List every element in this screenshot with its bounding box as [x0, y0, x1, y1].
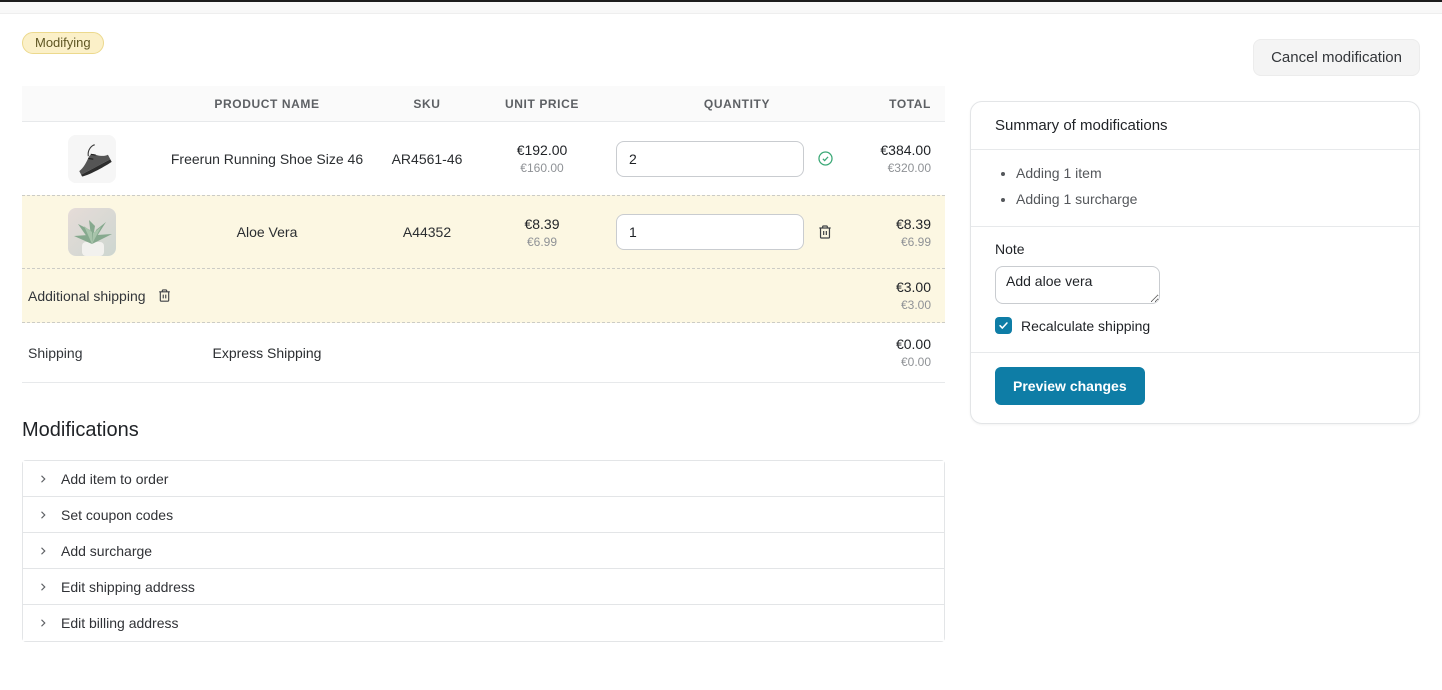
surcharge-row: Additional shipping €3.00 €3.00	[22, 268, 945, 323]
chevron-right-icon	[37, 545, 49, 557]
quantity-input[interactable]	[616, 214, 804, 250]
note-textarea[interactable]: Add aloe vera	[995, 266, 1160, 304]
summary-item: Adding 1 item	[1016, 160, 1395, 186]
header-quantity: QUANTITY	[602, 97, 872, 111]
summary-item: Adding 1 surcharge	[1016, 186, 1395, 212]
status-badge: Modifying	[22, 32, 104, 54]
quantity-cell	[602, 141, 872, 177]
header-unit-price: UNIT PRICE	[482, 97, 602, 111]
surcharge-total: €3.00	[872, 279, 931, 295]
table-row-added-item: Aloe Vera A44352 €8.39 €6.99 €8.39 €6.99	[22, 195, 945, 268]
summary-title: Summary of modifications	[971, 102, 1419, 150]
summary-list-section: Adding 1 item Adding 1 surcharge	[971, 150, 1419, 227]
accordion-label: Add surcharge	[61, 543, 152, 559]
remove-surcharge-trash-icon[interactable]	[157, 288, 172, 303]
top-strip	[0, 2, 1442, 14]
shipping-total: €0.00	[872, 336, 931, 352]
accordion-edit-shipping-address[interactable]: Edit shipping address	[23, 569, 944, 605]
total-price: €384.00	[872, 142, 931, 158]
order-items-table: PRODUCT NAME SKU UNIT PRICE QUANTITY TOT…	[22, 86, 945, 383]
note-label: Note	[995, 241, 1395, 257]
modifications-accordion: Add item to order Set coupon codes Add s…	[22, 460, 945, 642]
total-cell: €384.00 €320.00	[872, 142, 945, 175]
change-applied-check-icon	[817, 150, 834, 167]
accordion-set-coupon-codes[interactable]: Set coupon codes	[23, 497, 944, 533]
quantity-input[interactable]	[616, 141, 804, 177]
chevron-right-icon	[37, 473, 49, 485]
product-image-cell	[22, 135, 162, 183]
product-sku: AR4561-46	[372, 151, 482, 167]
summary-list: Adding 1 item Adding 1 surcharge	[995, 160, 1395, 212]
accordion-label: Edit shipping address	[61, 579, 195, 595]
unit-price: €192.00	[482, 142, 602, 158]
summary-footer: Preview changes	[971, 353, 1419, 423]
product-image-cell	[22, 208, 162, 256]
recalculate-shipping-row: Recalculate shipping	[995, 317, 1395, 334]
total-cell: €0.00 €0.00	[872, 336, 945, 369]
product-name: Aloe Vera	[162, 224, 372, 240]
header-product-name: PRODUCT NAME	[162, 97, 372, 111]
shipping-label: Shipping	[22, 345, 162, 361]
accordion-add-surcharge[interactable]: Add surcharge	[23, 533, 944, 569]
shoe-product-image	[68, 135, 116, 183]
cancel-modification-button[interactable]: Cancel modification	[1253, 39, 1420, 76]
surcharge-total-old: €3.00	[872, 298, 931, 312]
accordion-edit-billing-address[interactable]: Edit billing address	[23, 605, 944, 641]
shipping-row: Shipping Express Shipping €0.00 €0.00	[22, 323, 945, 383]
total-price-old: €6.99	[872, 235, 931, 249]
total-cell: €8.39 €6.99	[872, 216, 945, 249]
preview-changes-button[interactable]: Preview changes	[995, 367, 1145, 405]
total-cell: €3.00 €3.00	[872, 279, 945, 312]
recalculate-shipping-label: Recalculate shipping	[1021, 318, 1150, 334]
surcharge-label-cell: Additional shipping	[22, 288, 872, 304]
header-sku: SKU	[372, 97, 482, 111]
accordion-label: Set coupon codes	[61, 507, 173, 523]
recalculate-shipping-checkbox[interactable]	[995, 317, 1012, 334]
total-price: €8.39	[872, 216, 931, 232]
unit-price-old: €6.99	[482, 235, 602, 249]
chevron-right-icon	[37, 617, 49, 629]
chevron-right-icon	[37, 581, 49, 593]
table-row: Freerun Running Shoe Size 46 AR4561-46 €…	[22, 122, 945, 195]
unit-price-old: €160.00	[482, 161, 602, 175]
accordion-label: Add item to order	[61, 471, 168, 487]
shipping-total-old: €0.00	[872, 355, 931, 369]
product-sku: A44352	[372, 224, 482, 240]
remove-item-trash-icon[interactable]	[817, 224, 833, 240]
header-total: TOTAL	[872, 97, 945, 111]
note-section: Note Add aloe vera Recalculate shipping	[971, 227, 1419, 353]
total-price-old: €320.00	[872, 161, 931, 175]
summary-of-modifications-card: Summary of modifications Adding 1 item A…	[970, 101, 1420, 424]
aloe-product-image	[68, 208, 116, 256]
product-name: Freerun Running Shoe Size 46	[162, 151, 372, 167]
unit-price: €8.39	[482, 216, 602, 232]
accordion-label: Edit billing address	[61, 615, 179, 631]
order-modification-page: Modifying Cancel modification PRODUCT NA…	[0, 31, 1442, 642]
page-status-row: Modifying Cancel modification	[22, 31, 1420, 69]
surcharge-label: Additional shipping	[28, 288, 146, 304]
accordion-add-item-to-order[interactable]: Add item to order	[23, 461, 944, 497]
table-header-row: PRODUCT NAME SKU UNIT PRICE QUANTITY TOT…	[22, 86, 945, 122]
unit-price-cell: €192.00 €160.00	[482, 142, 602, 175]
chevron-right-icon	[37, 509, 49, 521]
shipping-method: Express Shipping	[162, 345, 372, 361]
quantity-cell	[602, 214, 872, 250]
unit-price-cell: €8.39 €6.99	[482, 216, 602, 249]
